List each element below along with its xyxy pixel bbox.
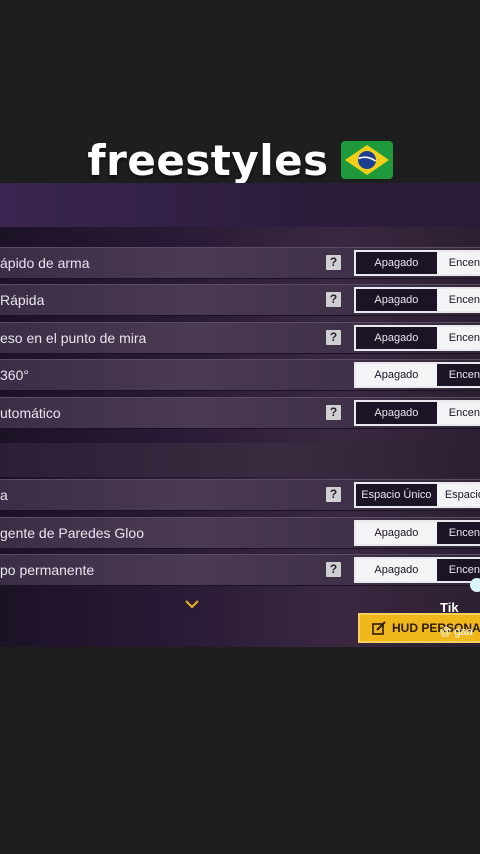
toggle-option-on[interactable]: Encen: [436, 327, 480, 349]
setting-row: eso en el punto de mira ? Apagado Encen: [0, 322, 480, 354]
setting-toggle: Espacio Único Espacio: [354, 482, 480, 508]
help-icon[interactable]: ?: [326, 487, 341, 502]
setting-label: 360°: [0, 367, 29, 383]
toggle-option-off[interactable]: Apagado: [356, 289, 437, 311]
section-divider: [0, 443, 480, 477]
help-icon[interactable]: ?: [326, 330, 341, 345]
toggle-option-space[interactable]: Espacio: [436, 484, 480, 506]
toggle-option-off[interactable]: Apagado: [356, 402, 437, 424]
help-icon[interactable]: ?: [326, 405, 341, 420]
brazil-flag-icon: [340, 141, 393, 179]
video-caption: freestyles: [0, 132, 480, 188]
help-icon[interactable]: ?: [326, 562, 341, 577]
setting-row: po permanente ? Apagado Encen: [0, 554, 480, 586]
setting-toggle: Apagado Encen: [354, 362, 480, 388]
help-icon[interactable]: ?: [326, 292, 341, 307]
toggle-option-off[interactable]: Apagado: [356, 327, 437, 349]
toggle-option-on[interactable]: Encen: [437, 522, 480, 544]
setting-row: utomático ? Apagado Encen: [0, 397, 480, 429]
setting-row: a ? Espacio Único Espacio: [0, 479, 480, 511]
toggle-option-off[interactable]: Apagado: [356, 559, 437, 581]
help-icon[interactable]: ?: [326, 255, 341, 270]
setting-row: gente de Paredes Gloo Apagado Encen: [0, 517, 480, 549]
setting-toggle: Apagado Encen: [354, 557, 480, 583]
toggle-option-on[interactable]: Encen: [436, 289, 480, 311]
toggle-option-on[interactable]: Encen: [436, 402, 480, 424]
setting-label: a: [0, 487, 8, 503]
setting-toggle: Apagado Encen: [354, 400, 480, 426]
setting-toggle: Apagado Encen: [354, 325, 480, 351]
setting-label: ápido de arma: [0, 255, 90, 271]
toggle-option-off[interactable]: Apagado: [356, 522, 437, 544]
setting-toggle: Apagado Encen: [354, 287, 480, 313]
settings-header-band: [0, 183, 480, 227]
chevron-down-icon[interactable]: [184, 599, 200, 609]
toggle-option-off[interactable]: Apagado: [356, 364, 437, 386]
setting-row: 360° Apagado Encen: [0, 359, 480, 391]
toggle-option-single[interactable]: Espacio Único: [356, 484, 437, 506]
username-watermark: @ gaa: [440, 626, 473, 638]
setting-row: ápido de arma ? Apagado Encen: [0, 247, 480, 279]
game-settings-panel: ápido de arma ? Apagado Encen Rápida ? A…: [0, 183, 480, 647]
setting-label: eso en el punto de mira: [0, 330, 147, 346]
tiktok-logo-icon: [470, 578, 480, 592]
toggle-option-on[interactable]: Encen: [436, 252, 480, 274]
setting-label: gente de Paredes Gloo: [0, 525, 144, 541]
caption-text: freestyles: [87, 135, 329, 185]
toggle-option-on[interactable]: Encen: [437, 364, 480, 386]
setting-toggle: Apagado Encen: [354, 520, 480, 546]
setting-row: Rápida ? Apagado Encen: [0, 284, 480, 316]
setting-toggle: Apagado Encen: [354, 250, 480, 276]
edit-icon: [372, 621, 386, 635]
toggle-option-off[interactable]: Apagado: [356, 252, 437, 274]
setting-label: Rápida: [0, 292, 45, 308]
setting-label: po permanente: [0, 562, 95, 578]
setting-label: utomático: [0, 405, 61, 421]
